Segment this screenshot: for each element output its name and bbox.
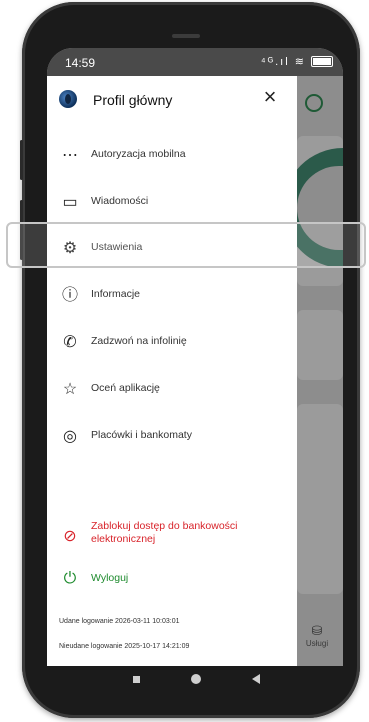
- battery-icon: [311, 55, 333, 67]
- menu-item-logout[interactable]: ⏻ Wyloguj: [47, 560, 297, 600]
- mobile-authorization-icon: ⋯: [62, 147, 78, 164]
- last-successful-login: Udane logowanie 2026-03-11 10:03:01: [59, 618, 180, 625]
- navigation-drawer: Profil główny × ⋯ Autoryzacja mobilna ▭ …: [47, 76, 297, 666]
- background-card: [297, 310, 343, 380]
- services-tab[interactable]: ⛁ Usługi: [297, 623, 337, 648]
- menu-item-label: Placówki i bankomaty: [91, 429, 192, 441]
- close-icon[interactable]: ×: [259, 86, 281, 108]
- block-access-label-line1: Zablokuj dostęp do bankowości: [91, 520, 238, 532]
- menu-item-label: Autoryzacja mobilna: [91, 148, 186, 160]
- menu-item-label: Wiadomości: [91, 195, 149, 207]
- info-icon: ⓘ: [61, 287, 78, 304]
- status-icons: ⁴ᴳ.ıl ≋: [261, 55, 333, 68]
- menu-item-label: Oceń aplikację: [91, 382, 160, 394]
- settings-highlight-frame: [6, 222, 366, 268]
- block-access-label-line2: elektronicznej: [91, 533, 156, 545]
- background-card: [297, 404, 343, 594]
- back-icon[interactable]: [252, 674, 260, 684]
- status-bar: 14:59 ⁴ᴳ.ıl ≋: [47, 48, 343, 76]
- menu-item-branches-atms[interactable]: ◎ Placówki i bankomaty: [47, 414, 297, 460]
- recent-apps-icon[interactable]: [133, 676, 140, 683]
- drawer-title: Profil główny: [93, 92, 173, 108]
- drawer-header: Profil główny ×: [47, 76, 297, 126]
- phone-screen: ⛁ Usługi 14:59 ⁴ᴳ.ıl ≋ Profil główny × ⋯…: [47, 48, 343, 666]
- block-icon: ⊘: [63, 528, 77, 545]
- signal-wifi-icons: ⁴ᴳ.ıl ≋: [260, 56, 306, 68]
- database-icon: ⛁: [311, 623, 323, 638]
- menu-item-mobile-authorization[interactable]: ⋯ Autoryzacja mobilna: [47, 133, 297, 179]
- phone-side-button: [20, 140, 23, 180]
- menu-item-information[interactable]: ⓘ Informacje: [47, 273, 297, 319]
- android-nav-bar: [47, 666, 343, 692]
- star-icon: ☆: [62, 381, 78, 398]
- phone-speaker: [172, 34, 200, 38]
- bank-logo-icon: [59, 90, 77, 108]
- menu-item-label: Informacje: [91, 288, 141, 300]
- status-time: 14:59: [65, 56, 96, 70]
- location-icon: ◎: [63, 428, 77, 445]
- menu-item-call-hotline[interactable]: ✆ Zadzwoń na infolinię: [47, 320, 297, 366]
- home-icon[interactable]: [191, 674, 201, 684]
- message-icon: ▭: [62, 194, 78, 211]
- block-access-label: Zablokuj dostęp do bankowości elektronic…: [91, 520, 238, 546]
- logout-label: Wyloguj: [91, 572, 129, 584]
- profile-icon[interactable]: [305, 94, 323, 112]
- services-label: Usługi: [305, 639, 329, 648]
- menu-item-block-access[interactable]: ⊘ Zablokuj dostęp do bankowości elektron…: [47, 516, 297, 556]
- last-failed-login: Nieudane logowanie 2025-10-17 14:21:09: [59, 643, 190, 650]
- menu-item-label: Zadzwoń na infolinię: [91, 335, 187, 347]
- menu-item-rate-app[interactable]: ☆ Oceń aplikację: [47, 367, 297, 413]
- menu-item-messages[interactable]: ▭ Wiadomości: [47, 180, 297, 226]
- power-icon: ⏻: [63, 570, 77, 587]
- phone-icon: ✆: [63, 334, 77, 351]
